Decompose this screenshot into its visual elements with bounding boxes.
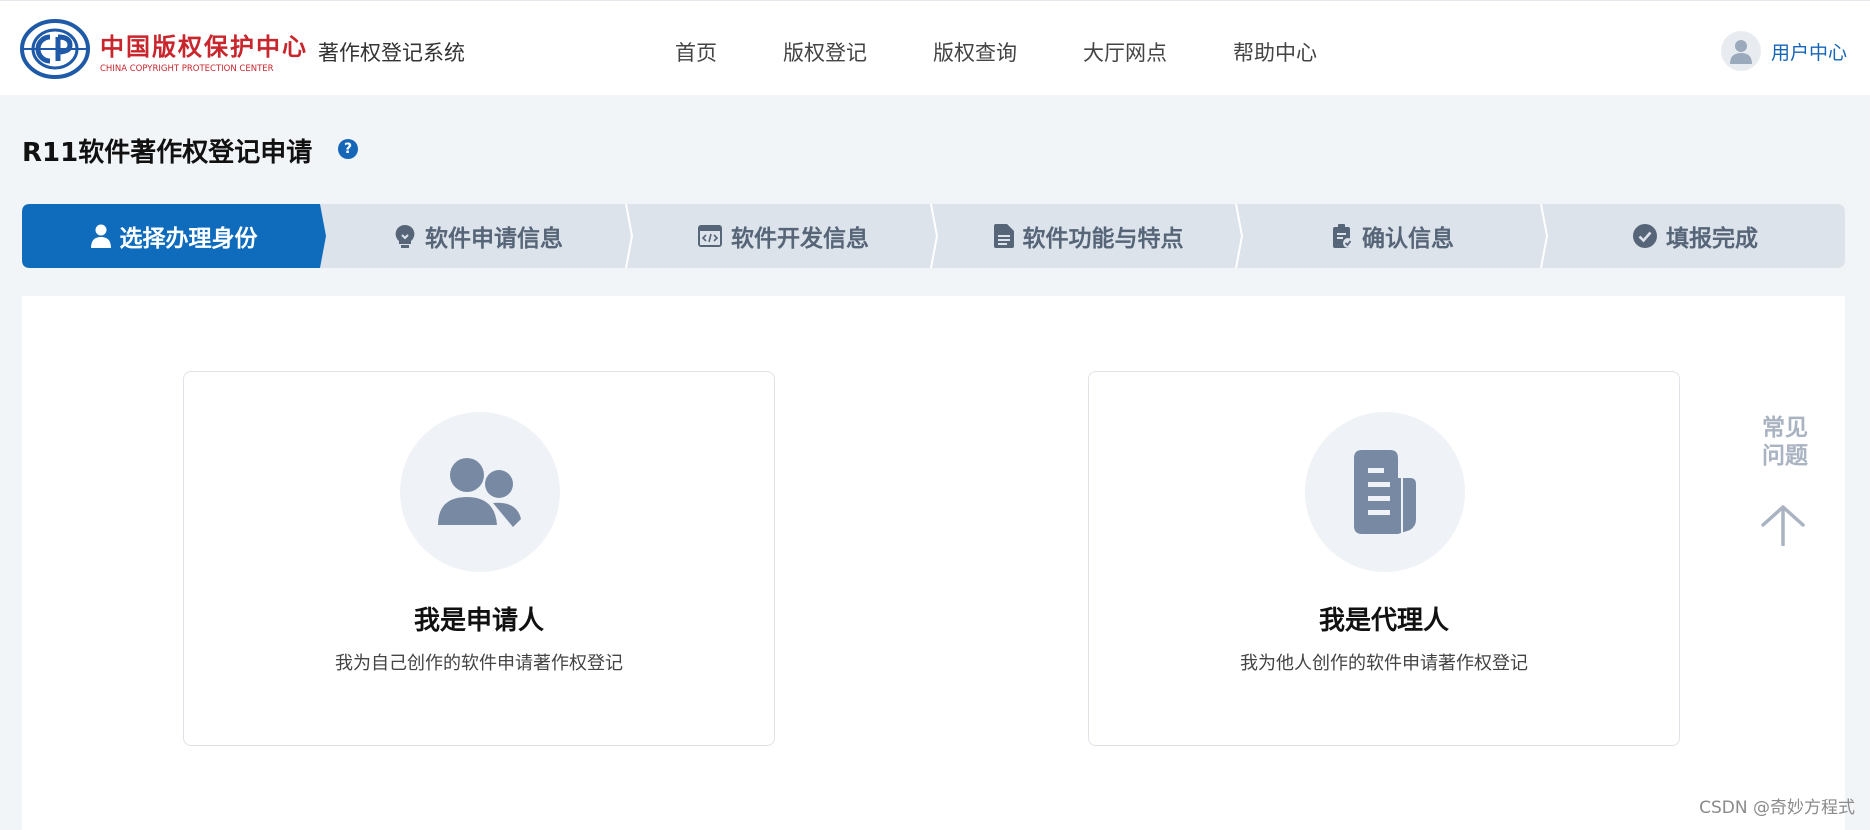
step-label-text: 软件开发信息 bbox=[731, 226, 869, 252]
document-icon bbox=[1354, 450, 1416, 534]
step-label-text: 软件功能与特点 bbox=[1022, 226, 1184, 252]
applicant-option-card[interactable]: 我是申请人 我为自己创作的软件申请著作权登记 bbox=[183, 371, 775, 746]
check-circle-icon bbox=[1633, 224, 1657, 248]
logo-text: 中国版权保护中心 CHINA COPYRIGHT PROTECTION CENT… bbox=[100, 27, 308, 74]
agent-card-title: 我是代理人 bbox=[1318, 606, 1449, 636]
logo-emblem-icon bbox=[20, 19, 90, 79]
step-confirm-info[interactable]: 确认信息 bbox=[1241, 204, 1546, 268]
faq-label-line2: 问题 bbox=[1762, 443, 1808, 469]
nav-help-center[interactable]: 帮助中心 bbox=[1233, 37, 1317, 67]
agent-card-description: 我为他人创作的软件申请著作权登记 bbox=[1240, 653, 1528, 674]
user-center-label: 用户中心 bbox=[1770, 41, 1847, 64]
users-icon bbox=[438, 458, 521, 527]
logo-title-cn: 中国版权保护中心 bbox=[100, 32, 308, 61]
back-to-top-button[interactable] bbox=[1760, 504, 1806, 550]
main-nav: 首页 版权登记 版权查询 大厅网点 帮助中心 bbox=[675, 37, 1383, 67]
applicant-icon-circle bbox=[400, 412, 560, 572]
applicant-card-title: 我是申请人 bbox=[413, 606, 544, 636]
nav-service-halls[interactable]: 大厅网点 bbox=[1083, 37, 1167, 67]
nav-copyright-registration[interactable]: 版权登记 bbox=[783, 37, 867, 67]
person-icon bbox=[90, 224, 111, 248]
step-label-text: 软件申请信息 bbox=[425, 226, 563, 252]
user-center-link[interactable]: 用户中心 bbox=[1720, 31, 1847, 71]
user-avatar-icon bbox=[1729, 40, 1752, 64]
nav-copyright-query[interactable]: 版权查询 bbox=[933, 37, 1017, 67]
step-software-application-info[interactable]: 软件申请信息 bbox=[326, 204, 631, 268]
agent-option-card[interactable]: 我是代理人 我为他人创作的软件申请著作权登记 bbox=[1088, 371, 1680, 746]
watermark: CSDN @奇妙方程式 bbox=[1699, 798, 1855, 818]
code-window-icon bbox=[698, 225, 722, 247]
step-software-development-info[interactable]: 软件开发信息 bbox=[631, 204, 936, 268]
site-logo[interactable]: 中国版权保护中心 CHINA COPYRIGHT PROTECTION CENT… bbox=[20, 19, 306, 79]
step-progress-bar: 选择办理身份 软件申请信息 软件开发信息 软件功能与特点 确认信息 填报完成 bbox=[22, 204, 1845, 268]
arrow-up-icon bbox=[1761, 505, 1805, 547]
faq-link[interactable]: 常见 问题 bbox=[1758, 414, 1812, 470]
agent-icon-circle bbox=[1305, 412, 1465, 572]
applicant-card-description: 我为自己创作的软件申请著作权登记 bbox=[335, 653, 623, 674]
nav-home[interactable]: 首页 bbox=[675, 37, 717, 67]
identity-selection-panel: 我是申请人 我为自己创作的软件申请著作权登记 我是代理人 我为他人创作的软件申请… bbox=[22, 296, 1845, 830]
top-header: 中国版权保护中心 CHINA COPYRIGHT PROTECTION CENT… bbox=[0, 0, 1870, 95]
page-title: R11软件著作权登记申请 bbox=[22, 138, 313, 168]
document-icon bbox=[993, 224, 1014, 248]
faq-label-line1: 常见 bbox=[1762, 415, 1808, 441]
avatar bbox=[1720, 31, 1761, 71]
step-label-text: 选择办理身份 bbox=[119, 226, 258, 252]
step-label-text: 确认信息 bbox=[1362, 226, 1454, 252]
logo-title-en: CHINA COPYRIGHT PROTECTION CENTER bbox=[100, 64, 274, 74]
step-software-features[interactable]: 软件功能与特点 bbox=[936, 204, 1241, 268]
help-icon[interactable]: ? bbox=[338, 139, 358, 159]
clipboard-check-icon bbox=[1333, 224, 1353, 248]
step-select-identity[interactable]: 选择办理身份 bbox=[22, 204, 326, 268]
step-completed[interactable]: 填报完成 bbox=[1546, 204, 1845, 268]
step-label-text: 填报完成 bbox=[1666, 226, 1758, 252]
system-name: 著作权登记系统 bbox=[318, 41, 465, 65]
lightbulb-icon bbox=[394, 224, 416, 248]
